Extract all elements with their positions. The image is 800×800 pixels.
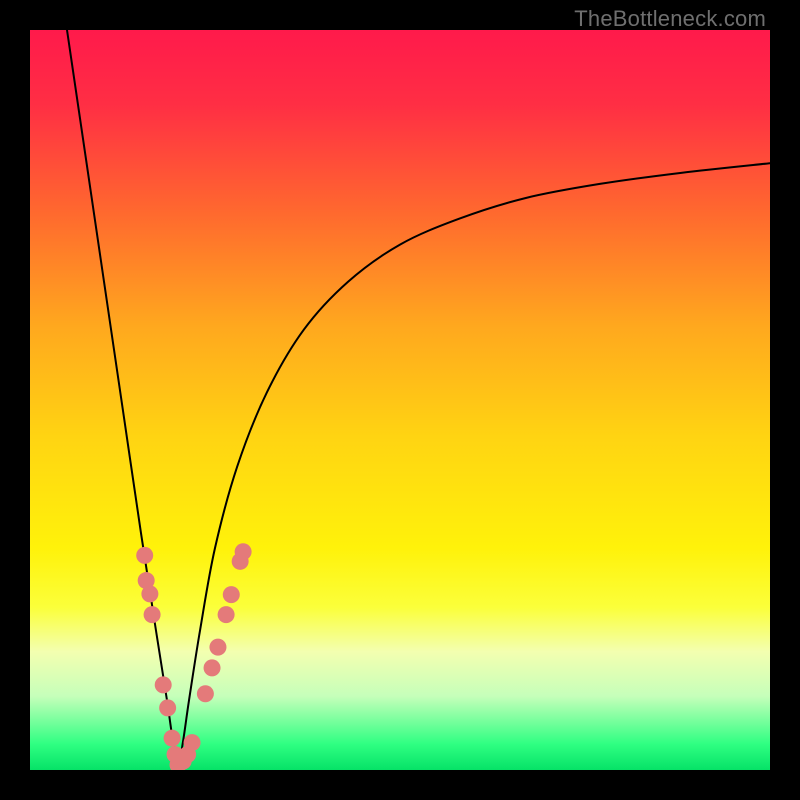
marker-dot [136, 547, 153, 564]
bottleneck-curve [67, 30, 770, 766]
marker-dot [223, 586, 240, 603]
marker-dot [184, 734, 201, 751]
plot-area [30, 30, 770, 770]
marker-dot [159, 699, 176, 716]
marker-dot [218, 606, 235, 623]
marker-dot [155, 676, 172, 693]
chart-frame: TheBottleneck.com [0, 0, 800, 800]
marker-dot [164, 730, 181, 747]
marker-dot [235, 543, 252, 560]
curve-layer [30, 30, 770, 770]
highlight-markers [136, 543, 251, 770]
marker-dot [209, 639, 226, 656]
marker-dot [144, 606, 161, 623]
marker-dot [197, 685, 214, 702]
marker-dot [204, 659, 221, 676]
marker-dot [141, 585, 158, 602]
watermark-text: TheBottleneck.com [574, 6, 766, 32]
